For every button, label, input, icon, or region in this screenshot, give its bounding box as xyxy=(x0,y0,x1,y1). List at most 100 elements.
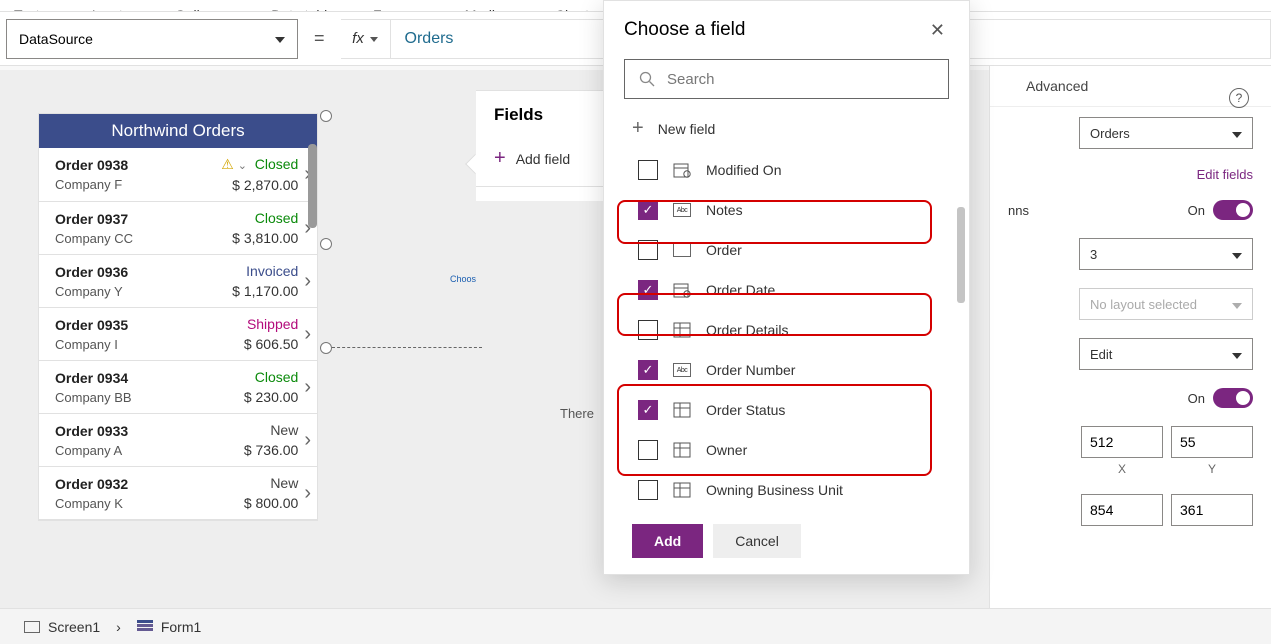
field-label: Owning Business Unit xyxy=(706,482,843,498)
default-mode-select[interactable]: Edit xyxy=(1079,338,1253,370)
field-option[interactable]: Modified On xyxy=(604,150,969,190)
property-selector[interactable]: DataSource xyxy=(6,19,298,59)
field-label: Order Status xyxy=(706,402,785,418)
visible-toggle[interactable] xyxy=(1213,388,1253,408)
data-source-select[interactable]: Orders xyxy=(1079,117,1253,149)
field-option[interactable]: Order xyxy=(604,230,969,270)
columns-select[interactable]: 3 xyxy=(1079,238,1253,270)
warning-icon: ⚠ xyxy=(221,156,234,172)
resize-handle[interactable] xyxy=(320,342,332,354)
chevron-right-icon: › xyxy=(304,270,311,293)
breadcrumb-screen[interactable]: Screen1 xyxy=(14,615,110,639)
gallery-row[interactable]: Order 0934 Company BB Closed $ 230.00 › xyxy=(39,361,317,414)
checkbox[interactable] xyxy=(638,480,658,500)
resize-handle[interactable] xyxy=(320,110,332,122)
checkbox[interactable] xyxy=(638,320,658,340)
chevron-down-icon: ⌄ xyxy=(238,160,247,172)
ribbon-item[interactable]: Text xyxy=(14,3,54,12)
order-number: Order 0935 xyxy=(55,317,128,333)
axis-y-label: Y xyxy=(1171,462,1253,476)
gallery-row[interactable]: Order 0938 Company F ⚠ ⌄ Closed $ 2,870.… xyxy=(39,148,317,202)
tab-advanced[interactable]: Advanced xyxy=(1026,78,1088,94)
lookup-icon xyxy=(673,402,691,418)
search-input[interactable]: Search xyxy=(624,59,949,99)
scrollbar-thumb[interactable] xyxy=(308,144,317,228)
cancel-button[interactable]: Cancel xyxy=(713,524,801,558)
checkbox[interactable] xyxy=(638,400,658,420)
size-height-input[interactable] xyxy=(1171,494,1253,526)
gallery-row[interactable]: Order 0933 Company A New $ 736.00 › xyxy=(39,414,317,467)
checkbox[interactable] xyxy=(638,280,658,300)
layout-select[interactable]: No layout selected xyxy=(1079,288,1253,320)
form-icon xyxy=(137,620,153,634)
field-option[interactable]: Owner xyxy=(604,430,969,470)
scrollbar-thumb[interactable] xyxy=(957,207,965,303)
company-name: Company A xyxy=(55,443,128,458)
order-amount: $ 3,810.00 xyxy=(218,230,298,246)
order-amount: $ 800.00 xyxy=(218,495,298,511)
lookup-icon xyxy=(673,322,691,338)
gallery-row[interactable]: Order 0937 Company CC Closed $ 3,810.00 … xyxy=(39,202,317,255)
field-option[interactable]: Order Details xyxy=(604,310,969,350)
field-label: Order Number xyxy=(706,362,795,378)
checkbox[interactable] xyxy=(638,240,658,260)
toggle-on-label: On xyxy=(1188,391,1205,406)
field-option[interactable]: Order Status xyxy=(604,390,969,430)
resize-handle[interactable] xyxy=(320,238,332,250)
ribbon-item[interactable]: Forms xyxy=(373,3,427,12)
orders-gallery: Northwind Orders Order 0938 Company F ⚠ … xyxy=(38,113,318,521)
field-option[interactable]: Abc Notes xyxy=(604,190,969,230)
ribbon-item[interactable]: Media xyxy=(465,3,517,12)
date-icon xyxy=(673,162,691,178)
help-icon[interactable]: ? xyxy=(1229,88,1249,108)
field-option[interactable]: Owning Business Unit xyxy=(604,470,969,510)
choose-field-popup: Choose a field ✕ Search + New field Modi… xyxy=(603,0,970,575)
checkbox[interactable] xyxy=(638,440,658,460)
order-number: Order 0933 xyxy=(55,423,128,439)
field-label: Modified On xyxy=(706,162,781,178)
properties-pane: Advanced Orders Edit fields nns On 3 xyxy=(989,66,1271,608)
plus-icon: + xyxy=(632,117,644,140)
chevron-right-icon: › xyxy=(304,429,311,452)
field-label: Notes xyxy=(706,202,743,218)
equals-label: = xyxy=(314,28,325,49)
position-x-input[interactable] xyxy=(1081,426,1163,458)
checkbox[interactable] xyxy=(638,360,658,380)
size-width-input[interactable] xyxy=(1081,494,1163,526)
checkbox[interactable] xyxy=(638,200,658,220)
prop-label-columns-suffix: nns xyxy=(1008,203,1029,218)
checkbox[interactable] xyxy=(638,160,658,180)
gallery-row[interactable]: Order 0936 Company Y Invoiced $ 1,170.00… xyxy=(39,255,317,308)
order-status: Invoiced xyxy=(218,263,298,279)
ribbon-item[interactable]: Input xyxy=(92,3,137,12)
selection-guide xyxy=(332,347,482,348)
axis-x-label: X xyxy=(1081,462,1163,476)
fx-icon[interactable]: fx xyxy=(341,20,391,58)
breadcrumb-form[interactable]: Form1 xyxy=(127,615,211,639)
new-field-button[interactable]: + New field xyxy=(604,107,969,150)
snap-toggle[interactable] xyxy=(1213,200,1253,220)
gallery-row[interactable]: Order 0935 Company I Shipped $ 606.50 › xyxy=(39,308,317,361)
order-status: New xyxy=(218,422,298,438)
form-placeholder-hint: Choos xyxy=(450,274,476,284)
close-icon[interactable]: ✕ xyxy=(930,20,945,41)
gallery-row[interactable]: Order 0932 Company K New $ 800.00 › xyxy=(39,467,317,520)
field-option[interactable]: Abc Order Number xyxy=(604,350,969,390)
ribbon-item[interactable]: Gallery xyxy=(175,3,233,12)
order-number: Order 0932 xyxy=(55,476,128,492)
chevron-right-icon: › xyxy=(304,323,311,346)
edit-fields-link[interactable]: Edit fields xyxy=(1197,167,1253,182)
screen-icon xyxy=(24,621,40,633)
ribbon-item[interactable]: Data table xyxy=(271,3,335,12)
position-y-input[interactable] xyxy=(1171,426,1253,458)
chevron-right-icon: › xyxy=(304,482,311,505)
lookup-icon xyxy=(673,482,691,498)
add-button[interactable]: Add xyxy=(632,524,703,558)
company-name: Company CC xyxy=(55,231,133,246)
add-field-button[interactable]: + Add field xyxy=(476,143,616,187)
date-icon xyxy=(673,282,691,298)
record-icon xyxy=(673,243,691,257)
ribbon-item[interactable]: Charts xyxy=(555,3,610,12)
order-status: New xyxy=(218,475,298,491)
field-option[interactable]: Order Date xyxy=(604,270,969,310)
